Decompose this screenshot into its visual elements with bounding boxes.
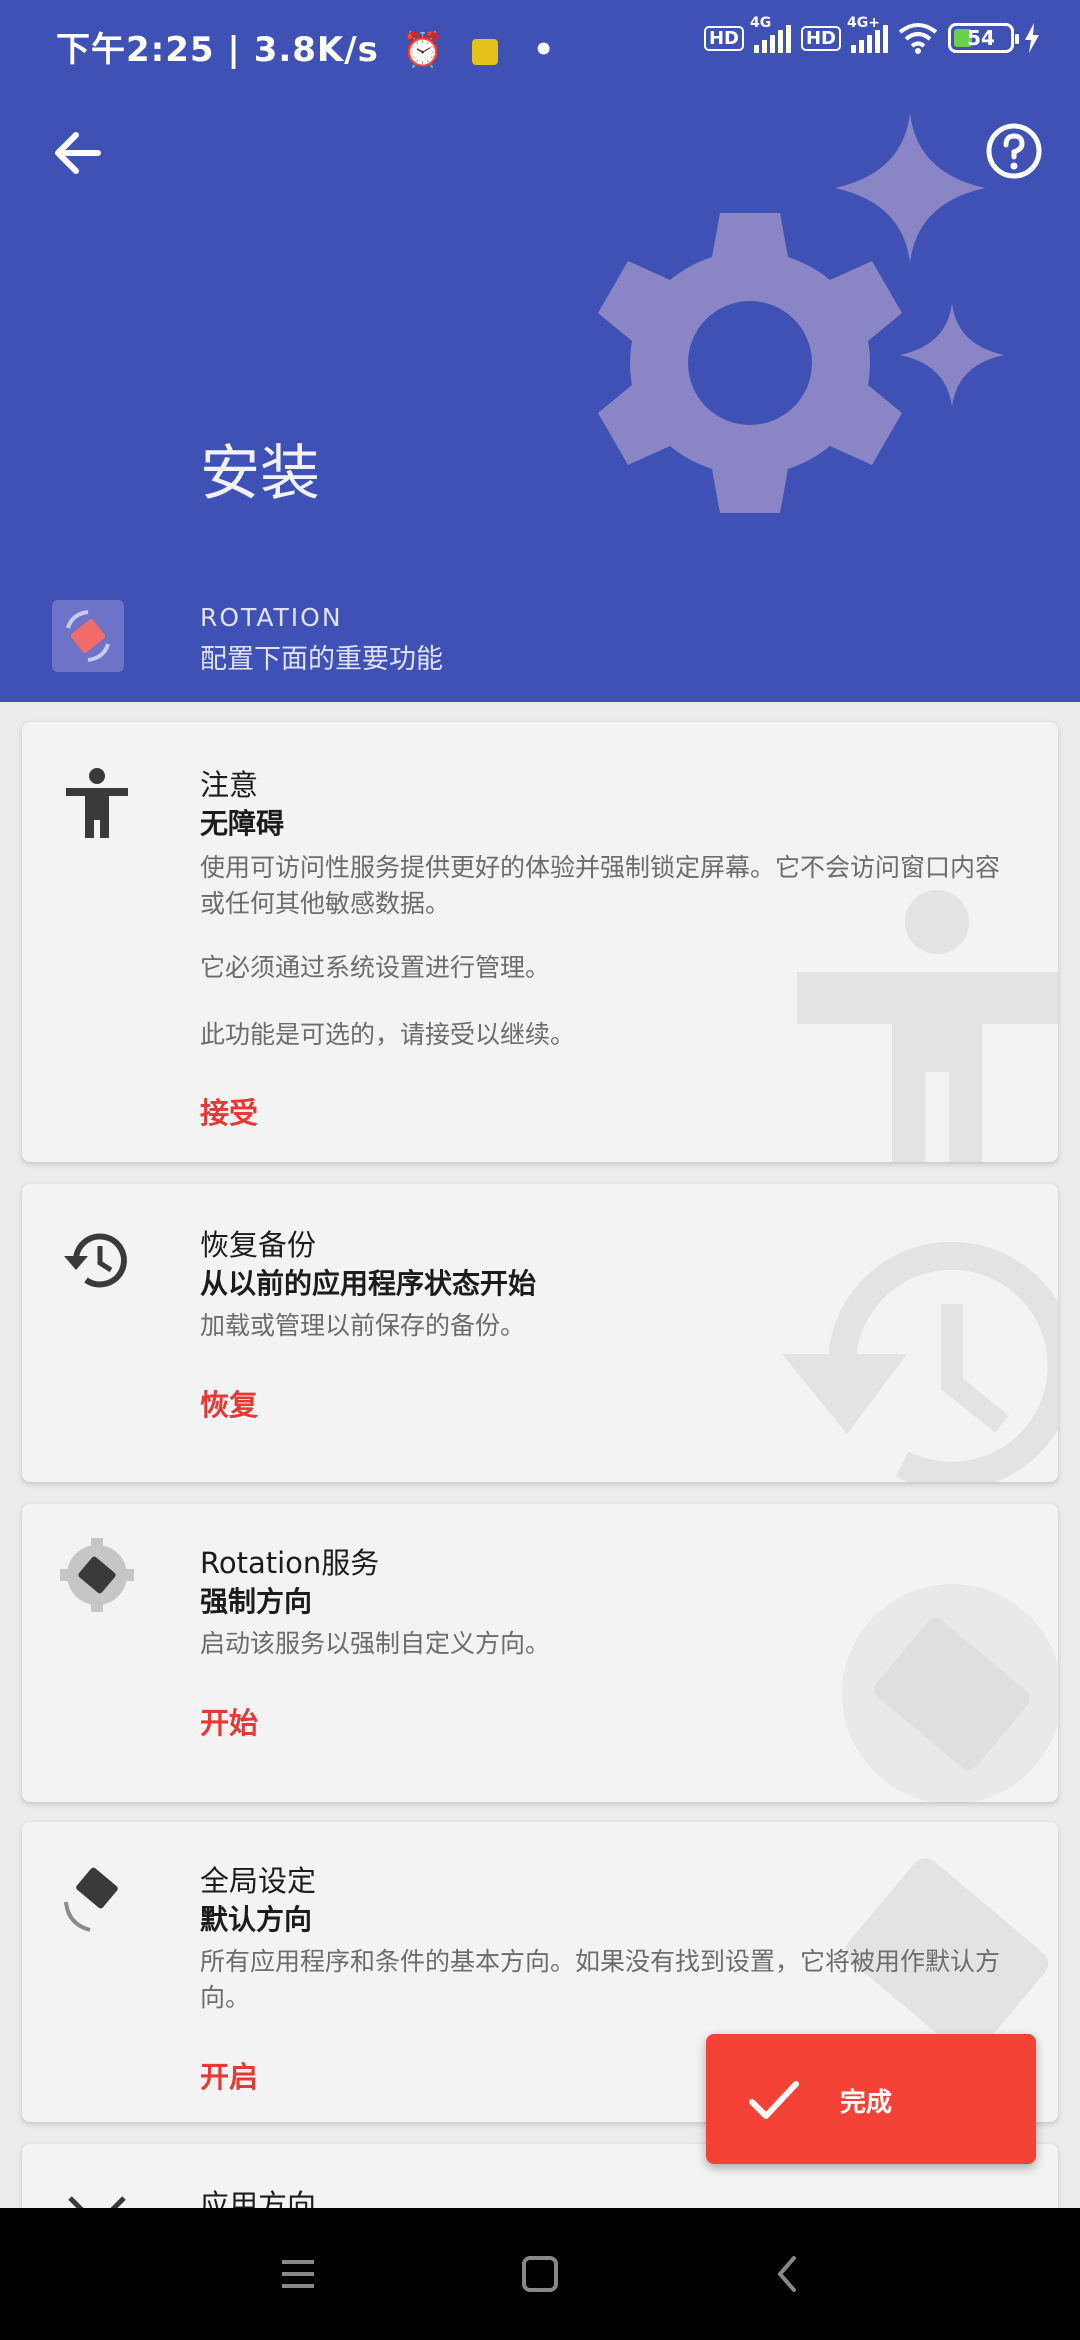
status-separator: |: [227, 30, 241, 70]
rotation-logo-icon: [66, 610, 110, 662]
charging-icon: [1025, 23, 1039, 53]
sparkle-large-icon: [835, 113, 985, 263]
hd-badge-2: HD: [800, 25, 841, 51]
app-name: ROTATION: [200, 603, 343, 632]
status-right: HD 4G HD 4G+ 54: [703, 15, 1040, 54]
hd-badge-1: HD: [703, 25, 744, 51]
card-body-1: 使用可访问性服务提供更好的体验并强制锁定屏幕。它不会访问窗口内容或任何其他敏感数…: [200, 853, 1001, 918]
card-title: 注意: [200, 768, 259, 802]
accessibility-icon: [66, 768, 128, 838]
card-title: 恢复备份: [200, 1228, 317, 1262]
enable-button[interactable]: 开启: [200, 2054, 258, 2096]
system-navigation-bar: [0, 2208, 1080, 2340]
app-subtitle: 配置下面的重要功能: [200, 644, 443, 675]
card-body-2: 它必须通过系统设置进行管理。: [200, 953, 551, 982]
screen-rotation-icon: [64, 1867, 118, 1932]
card-body-1: 加载或管理以前保存的备份。: [200, 1311, 526, 1340]
signal-2-icon: 4G+: [847, 15, 888, 53]
home-icon[interactable]: [514, 2248, 566, 2300]
page-title: 安装: [200, 439, 320, 509]
card-body-1: 启动该服务以强制自定义方向。: [200, 1629, 551, 1658]
start-button[interactable]: 开始: [200, 1700, 258, 1742]
status-net-speed: 3.8K/s: [253, 30, 379, 70]
accept-button[interactable]: 接受: [200, 1090, 258, 1132]
check-icon: [749, 2081, 799, 2119]
done-label: 完成: [840, 2088, 893, 2118]
restore-button[interactable]: 恢复: [200, 1382, 258, 1424]
card-subtitle: 默认方向: [200, 1903, 313, 1936]
alarm-icon: ⏰: [401, 30, 446, 70]
rotation-service-card: Rotation服务 强制方向 启动该服务以强制自定义方向。 开始: [22, 1504, 1058, 1802]
net-label-2: 4G+: [847, 15, 880, 31]
status-time: 下午2:25: [56, 30, 215, 70]
net-label-1: 4G: [749, 15, 772, 31]
card-title: Rotation服务: [200, 1546, 380, 1580]
history-icon: [64, 1233, 127, 1288]
setup-header: 安装 ROTATION 配置下面的重要功能: [0, 75, 1080, 702]
wifi-icon: [898, 23, 938, 54]
signal-1-icon: 4G: [750, 15, 791, 53]
rotation-service-watermark-icon: [842, 1584, 1058, 1802]
sparkle-small-icon: [900, 303, 1004, 407]
card-subtitle: 无障碍: [200, 807, 285, 840]
card-body-1: 所有应用程序和条件的基本方向。如果没有找到设置，它将被用作默认方向。: [200, 1947, 1001, 2012]
help-icon[interactable]: [984, 121, 1044, 181]
menu-icon[interactable]: [272, 2248, 324, 2300]
rotation-service-icon: [60, 1538, 134, 1612]
status-bar: 下午2:25 | 3.8K/s ⏰ • HD 4G HD 4G+ 54: [0, 0, 1080, 75]
restore-backup-card: 恢复备份 从以前的应用程序状态开始 加载或管理以前保存的备份。 恢复: [22, 1184, 1058, 1482]
battery-level: 54: [967, 26, 995, 50]
done-button[interactable]: 完成: [706, 2034, 1036, 2164]
back-nav-icon[interactable]: [762, 2248, 814, 2300]
app-logo: [52, 600, 124, 672]
status-left: 下午2:25 | 3.8K/s ⏰ •: [56, 22, 556, 71]
back-arrow-icon[interactable]: [48, 123, 108, 183]
card-subtitle: 强制方向: [200, 1585, 313, 1618]
card-body-3: 此功能是可选的，请接受以继续。: [200, 1020, 576, 1049]
card-title: 全局设定: [200, 1864, 317, 1898]
history-watermark-icon: [782, 1241, 1058, 1482]
card-subtitle: 从以前的应用程序状态开始: [200, 1267, 537, 1300]
notification-dot-icon: •: [532, 30, 556, 70]
app-notification-icon: [471, 38, 498, 65]
battery-indicator: 54: [948, 23, 1019, 53]
accessibility-card: 注意 无障碍 使用可访问性服务提供更好的体验并强制锁定屏幕。它不会访问窗口内容或…: [22, 722, 1058, 1162]
